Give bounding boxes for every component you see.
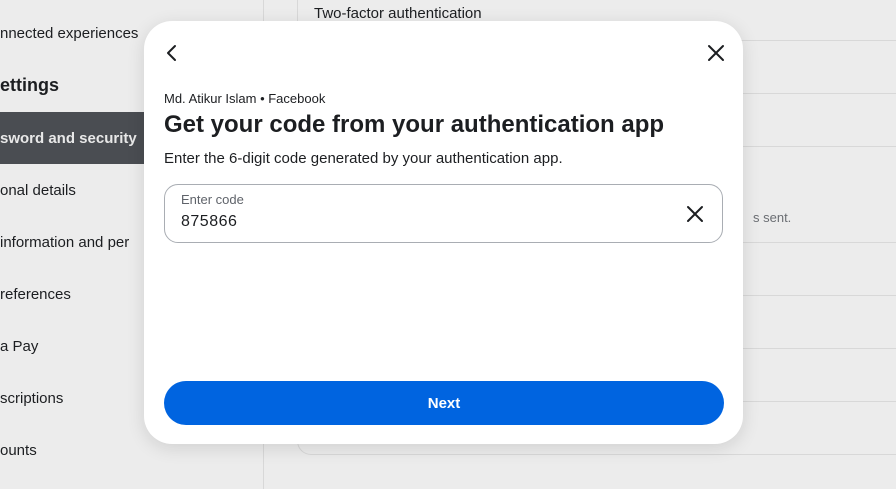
code-input-field[interactable]: Enter code 875866	[164, 184, 723, 243]
close-icon	[708, 45, 724, 61]
code-input-value[interactable]: 875866	[181, 213, 237, 231]
chevron-left-icon	[167, 45, 176, 61]
dialog-title: Get your code from your authentication a…	[164, 111, 665, 138]
next-button[interactable]: Next	[164, 381, 724, 425]
close-button[interactable]	[700, 37, 732, 69]
clear-icon	[687, 206, 703, 222]
dialog-subtitle: Enter the 6-digit code generated by your…	[164, 150, 563, 167]
authentication-code-dialog: Md. Atikur Islam • Facebook Get your cod…	[144, 21, 743, 444]
code-input-label: Enter code	[181, 192, 244, 207]
clear-code-button[interactable]	[681, 200, 709, 228]
account-identity: Md. Atikur Islam • Facebook	[164, 91, 326, 106]
back-button[interactable]	[156, 37, 188, 69]
